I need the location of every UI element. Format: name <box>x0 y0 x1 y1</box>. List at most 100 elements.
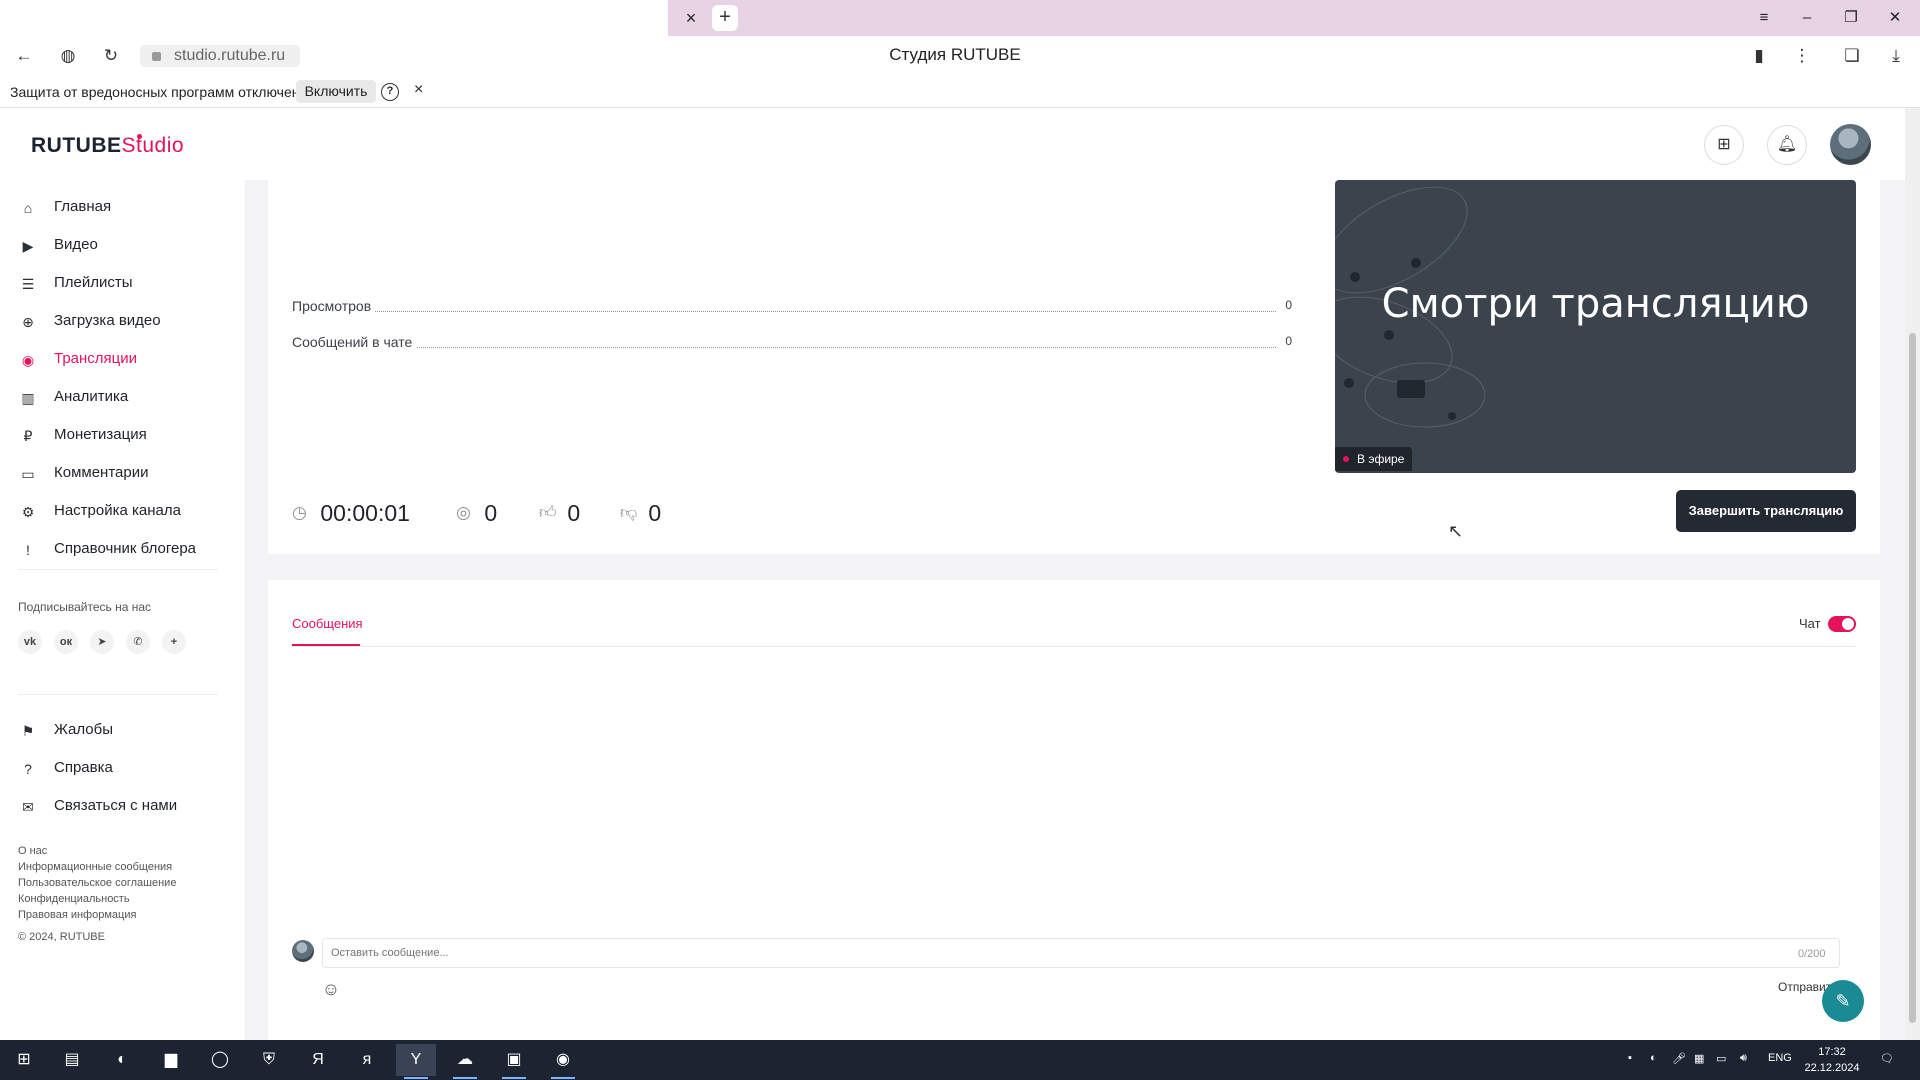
sidebar-item[interactable]: ⚙ Настройка канала <box>18 496 228 526</box>
sidebar-item[interactable]: ▥ Аналитика <box>18 382 228 412</box>
viewers-value: 0 <box>484 500 498 526</box>
char-counter: 0/200 <box>1798 948 1826 960</box>
more-icon[interactable]: ⋮ <box>1788 44 1816 68</box>
more-social-icon[interactable]: + <box>162 630 186 654</box>
add-content-button[interactable]: ⊞ <box>1704 125 1744 165</box>
footer-link[interactable]: Конфиденциальность <box>18 891 176 907</box>
footer-link[interactable]: Правовая информация <box>18 907 176 923</box>
sidebar-item-label: Настройка канала <box>54 502 181 519</box>
media-app-icon[interactable]: ▣ <box>494 1044 534 1079</box>
sidebar: ⌂ Главная ▶ Видео ☰ Плейлисты ⊕ Загрузка видео ◉… <box>0 180 245 1040</box>
close-window-icon[interactable]: ✕ <box>1878 5 1912 31</box>
clock-icon: ◷ <box>292 503 307 522</box>
sidebar-item-label: Связаться с нами <box>54 797 178 814</box>
likes-value: 0 <box>567 500 581 526</box>
yandex-music-icon[interactable]: я <box>347 1044 387 1076</box>
sidebar-bottom-item[interactable]: ? Справка <box>18 753 228 783</box>
infobar-help-icon[interactable]: ? <box>381 83 399 101</box>
yandex-browser-icon[interactable]: Y <box>396 1044 436 1079</box>
clock-time: 17:32 <box>1818 1046 1846 1058</box>
sidebar-divider <box>18 569 218 570</box>
sidebar-bottom-item[interactable]: ✉ Связаться с нами <box>18 791 228 821</box>
mouse-cursor-icon: ↖ <box>1448 521 1464 541</box>
game-icon[interactable]: ⛨ <box>249 1044 289 1076</box>
input-language[interactable]: ENG <box>1768 1052 1792 1064</box>
sidebar-item-label: Видео <box>54 236 98 253</box>
download-icon[interactable]: ⤓ <box>1882 44 1910 68</box>
user-avatar[interactable] <box>1830 124 1871 165</box>
sidebar-item[interactable]: ◉ Трансляции <box>18 344 228 374</box>
clock[interactable]: 17:32 22.12.2024 <box>1800 1044 1864 1076</box>
collections-icon[interactable]: ❏ <box>1838 44 1866 68</box>
page-scrollbar[interactable] <box>1905 108 1920 1040</box>
chat-message-input[interactable] <box>322 938 1840 968</box>
task-view-icon[interactable]: ▤ <box>52 1044 92 1076</box>
end-stream-button[interactable]: Завершить трансляцию <box>1676 490 1856 532</box>
comments-icon: ▭ <box>21 466 35 482</box>
logo-dot-icon <box>137 134 142 139</box>
emoji-icon[interactable]: ☺ <box>320 978 342 1000</box>
tab-messages[interactable]: Сообщения <box>292 616 363 631</box>
stat-value: 0 <box>1281 334 1292 348</box>
chat-toggle[interactable] <box>1828 616 1856 632</box>
yandex-icon[interactable]: Я <box>298 1044 338 1076</box>
infobar-close-icon[interactable]: × <box>414 81 423 99</box>
nvidia-tray-icon[interactable]: ▪ <box>1628 1052 1632 1064</box>
support-chat-button[interactable]: ✎ <box>1822 980 1864 1022</box>
vk-icon[interactable]: vk <box>18 630 42 654</box>
thumbs-up-icon: 👍︎ <box>539 503 557 522</box>
notifications-button[interactable]: 🔔︎ <box>1767 125 1807 165</box>
minimize-icon[interactable]: – <box>1790 5 1824 31</box>
language-bar-icon[interactable]: ▦ <box>1694 1052 1704 1065</box>
start-icon[interactable]: ⊞ <box>4 1044 44 1076</box>
mail-icon: ✉ <box>22 799 34 815</box>
broadcast-icon: ◉ <box>21 352 35 368</box>
stream-preview[interactable]: Смотри трансляцию В эфире <box>1335 180 1856 473</box>
microphone-icon[interactable]: 🎤︎ <box>1672 1052 1686 1065</box>
address-bar: ← ◍ ↻ studio.rutube.ru Студия RUTUBE ▮ ⋮… <box>0 36 1920 76</box>
tray-app-icon[interactable]: ◐ <box>1650 1052 1657 1064</box>
sidebar-item[interactable]: ⊕ Загрузка видео <box>18 306 228 336</box>
live-dot-icon <box>1343 456 1349 462</box>
sidebar-item[interactable]: ! Справочник блогера <box>18 534 228 564</box>
app-header: RUTUBEStudio ⊞ 🔔︎ <box>0 108 1905 180</box>
viber-icon[interactable]: ✆ <box>126 630 150 654</box>
scrollbar-thumb[interactable] <box>1909 333 1916 1023</box>
cloud-app-icon[interactable]: ☁ <box>445 1044 485 1079</box>
tab-close-icon[interactable]: × <box>680 7 702 29</box>
volume-icon[interactable]: 🔊︎ <box>1740 1052 1747 1065</box>
ok-icon[interactable]: ок <box>54 630 78 654</box>
sidebar-item[interactable]: ₽ Монетизация <box>18 420 228 450</box>
enable-protection-button[interactable]: Включить <box>296 80 376 103</box>
telegram-icon[interactable]: ➤ <box>90 630 114 654</box>
footer-link[interactable]: О нас <box>18 843 176 859</box>
rutube-studio-logo[interactable]: RUTUBEStudio <box>31 134 184 158</box>
stat-row-chat-messages: Сообщений в чате 0 <box>292 334 1292 354</box>
obs-icon[interactable]: ◉ <box>543 1044 583 1079</box>
sidebar-item[interactable]: ▭ Комментарии <box>18 458 228 488</box>
bookmark-icon[interactable]: ▮ <box>1745 44 1773 68</box>
footer-link[interactable]: Информационные сообщения <box>18 859 176 875</box>
notifications-center-icon[interactable]: 🗨︎ <box>1880 1052 1894 1065</box>
stat-label: Просмотров <box>292 298 376 314</box>
edge-icon[interactable]: ◐ <box>102 1044 142 1076</box>
explorer-icon[interactable]: ▆ <box>151 1044 191 1076</box>
browser-menu-icon[interactable]: ≡ <box>1747 5 1781 31</box>
footer-links: О нас Информационные сообщения Пользовател… <box>18 843 176 923</box>
page-title: Студия RUTUBE <box>889 45 1021 64</box>
network-icon[interactable]: ▭ <box>1716 1052 1726 1065</box>
sidebar-item[interactable]: ☰ Плейлисты <box>18 268 228 298</box>
sidebar-bottom-item[interactable]: ⚑ Жалобы <box>18 715 228 745</box>
restore-icon[interactable]: ❐ <box>1834 5 1868 31</box>
footer-link[interactable]: Пользовательское соглашение <box>18 875 176 891</box>
sidebar-item[interactable]: ▶ Видео <box>18 230 228 260</box>
likes-metric: 👍︎ 0 <box>539 498 580 528</box>
opera-icon[interactable]: ◯ <box>200 1044 240 1076</box>
sidebar-item-label: Справочник блогера <box>54 540 197 557</box>
monetization-icon: ₽ <box>23 428 33 444</box>
sidebar-item[interactable]: ⌂ Главная <box>18 192 228 222</box>
flag-icon: ⚑ <box>21 723 35 739</box>
new-tab-button[interactable]: + <box>712 5 738 31</box>
sidebar-item-label: Аналитика <box>54 388 129 405</box>
viewer-icon: ◎ <box>456 503 471 522</box>
